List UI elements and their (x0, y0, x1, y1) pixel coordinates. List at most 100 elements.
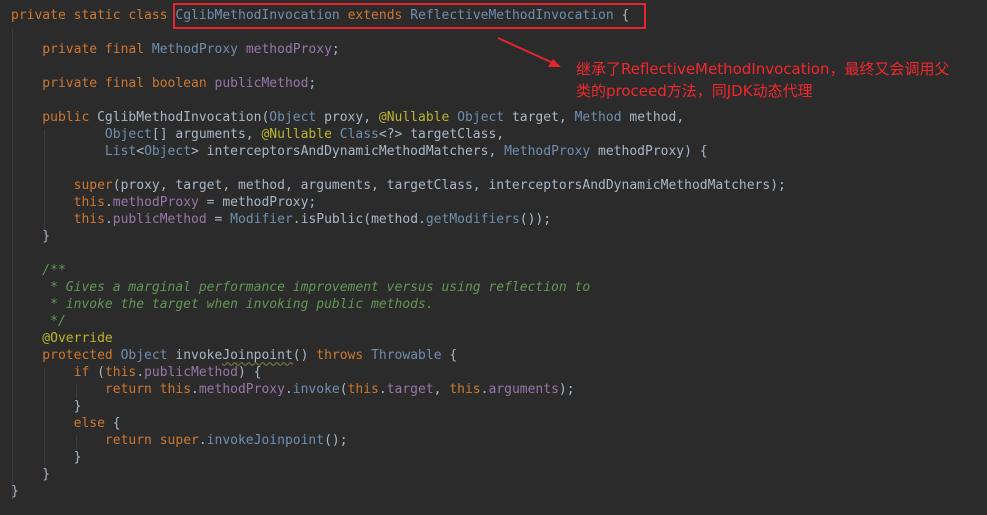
code-token: Method (574, 110, 622, 125)
code-token: /** (11, 263, 66, 278)
code-line: } (11, 483, 19, 500)
code-token: this (73, 212, 105, 227)
code-token: ) { (238, 365, 262, 380)
code-token: } (11, 450, 82, 465)
code-token: @Nullable (378, 110, 458, 125)
highlight-box (173, 3, 646, 29)
code-token: Modifier (230, 212, 293, 227)
code-token: } (11, 399, 82, 414)
code-token: Class (339, 127, 379, 142)
code-line: } (11, 398, 82, 415)
code-token: return super (104, 433, 199, 448)
code-line: private final MethodProxy methodProxy; (11, 41, 339, 58)
code-token: this (449, 382, 481, 397)
code-token: [] arguments, (151, 127, 262, 142)
code-line: public CglibMethodInvocation(Object prox… (11, 109, 684, 126)
code-token: proxy, (316, 110, 379, 125)
code-token: <?> targetClass, (378, 127, 505, 142)
code-token: publicMethod (214, 76, 309, 91)
code-token: this (73, 195, 105, 210)
code-token: Joinpoint (222, 348, 293, 363)
code-token: List (104, 144, 137, 159)
code-token: . (378, 382, 387, 397)
code-token: target, (504, 110, 575, 125)
code-token: , (433, 382, 450, 397)
code-token: methodProxy) { (590, 144, 708, 159)
code-token: Object (120, 348, 168, 363)
code-token: @Override (11, 331, 113, 346)
code-token: < (136, 144, 145, 159)
annotation-text: 继承了ReflectiveMethodInvocation，最终又会调用父 类的… (576, 60, 950, 100)
code-token: throws (316, 348, 372, 363)
code-line: * Gives a marginal performance improveme… (11, 279, 590, 296)
code-token: private final boolean (11, 76, 215, 91)
code-token: methodProxy (198, 382, 285, 397)
code-token: protected (11, 348, 121, 363)
code-token: isPublic(method. (300, 212, 426, 227)
code-token: this (104, 365, 137, 380)
code-line: * invoke the target when invoking public… (11, 296, 434, 313)
code-token: invokeJoinpoint (206, 433, 325, 448)
code-token: . (198, 433, 207, 448)
code-token: > interceptorsAndDynamicMethodMatchers, (191, 144, 505, 159)
code-line: else { (11, 415, 121, 432)
code-token: ( (97, 365, 105, 380)
code-token: () (292, 348, 317, 363)
code-line: } (11, 228, 50, 245)
code-token: Object (144, 144, 192, 159)
code-line: super(proxy, target, method, arguments, … (11, 177, 786, 194)
code-token: . (191, 382, 199, 397)
code-token: this (347, 382, 379, 397)
code-token: (); (324, 433, 348, 448)
code-line: List<Object> interceptorsAndDynamicMetho… (11, 143, 708, 160)
code-token: else (73, 416, 105, 431)
code-line: Object[] arguments, @Nullable Class<?> t… (11, 126, 504, 143)
code-token: ; (308, 76, 317, 91)
code-token: Object (104, 127, 152, 142)
code-line: if (this.publicMethod) { (11, 364, 262, 381)
code-token: . (136, 365, 145, 380)
code-token: Object (269, 110, 317, 125)
code-token: return this (104, 382, 192, 397)
code-token: MethodProxy (504, 144, 591, 159)
code-token: target (386, 382, 434, 397)
code-token: CglibMethodInvocation( (97, 110, 270, 125)
code-line: return super.invokeJoinpoint(); (11, 432, 348, 449)
code-token: ); (558, 382, 575, 397)
code-token: * Gives a marginal performance improveme… (11, 280, 591, 295)
code-token: . (284, 382, 293, 397)
code-line: this.publicMethod = Modifier.isPublic(me… (11, 211, 551, 228)
code-token: } (11, 467, 51, 482)
code-token: Object (457, 110, 505, 125)
code-token: @Nullable (261, 127, 340, 142)
code-line: */ (11, 313, 66, 330)
code-token: . (292, 212, 301, 227)
code-token: arguments (488, 382, 559, 397)
code-token: super (73, 178, 113, 193)
code-token: . (104, 195, 113, 210)
code-line: protected Object invokeJoinpoint() throw… (11, 347, 457, 364)
code-line: @Override (11, 330, 113, 347)
code-token: } (11, 229, 51, 244)
code-token: (proxy, target, method, arguments, targe… (112, 178, 786, 193)
code-token: invoke (292, 382, 340, 397)
code-token: } (11, 484, 19, 499)
code-token: private static class (11, 8, 176, 23)
code-token: method, (621, 110, 685, 125)
code-token: publicMethod (144, 365, 238, 380)
code-token: private final (11, 42, 152, 57)
code-line: } (11, 466, 50, 483)
code-line: this.methodProxy = methodProxy; (11, 194, 317, 211)
code-line: } (11, 449, 82, 466)
code-token: public (11, 110, 98, 125)
code-token: methodProxy (112, 195, 199, 210)
code-token: { (104, 416, 121, 431)
code-token: if (73, 365, 98, 380)
code-token: Throwable (371, 348, 442, 363)
code-token: MethodProxy (151, 42, 246, 57)
